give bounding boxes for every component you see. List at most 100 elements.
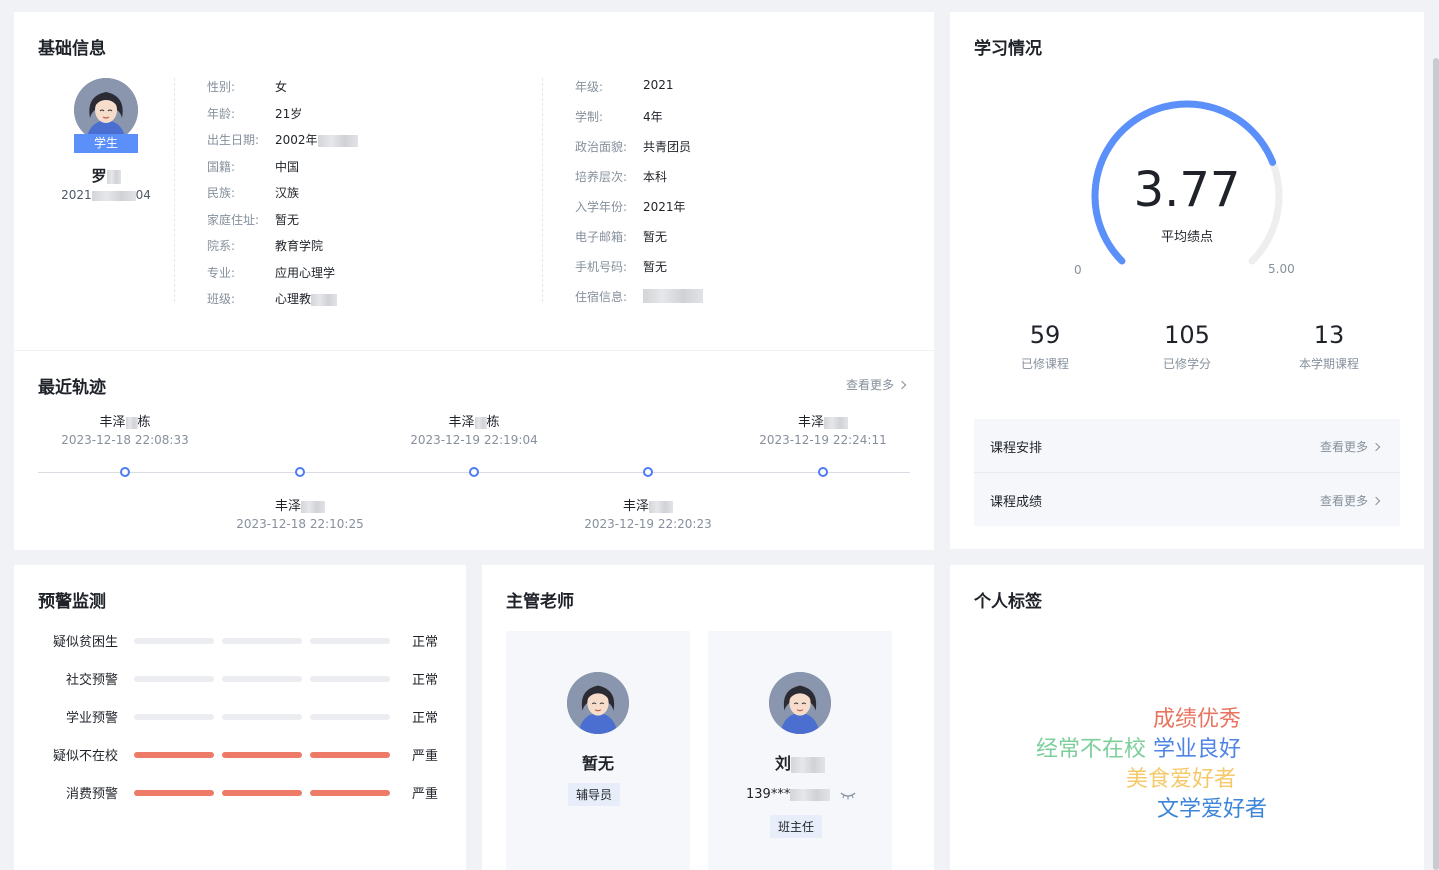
info-value: 21岁: [275, 105, 302, 122]
teacher-name: 暂无: [581, 754, 614, 773]
info-value: 教育学院: [275, 237, 323, 254]
teacher-card-counselor: 暂无 辅导员: [506, 631, 690, 870]
info-value-text: 21岁: [275, 106, 303, 121]
trace-more-link[interactable]: 查看更多: [846, 376, 907, 393]
info-value-text: 教育学院: [275, 239, 324, 253]
warning-label: 疑似不在校: [52, 749, 118, 764]
info-value-text: 2002年: [275, 133, 318, 147]
timeline-node[interactable]: [295, 467, 305, 477]
student-avatar: [74, 78, 138, 142]
info-label: 住宿信息:: [575, 290, 628, 304]
trace-card: 最近轨迹 查看更多 丰泽栋 2023-12-18 22:08:33 丰泽栋 2023-…: [14, 351, 934, 550]
timeline-location-text: 丰泽: [622, 499, 649, 514]
timeline-time: 2023-12-18 22:10:25: [236, 517, 364, 531]
page-scrollbar[interactable]: [1433, 58, 1439, 870]
info-label: 培养层次:: [575, 170, 628, 184]
info-value-text: 暂无: [275, 212, 300, 227]
warning-label: 学业预警: [65, 711, 118, 726]
info-value-text: 本科: [643, 170, 668, 184]
info-label: 手机号码:: [575, 260, 628, 274]
warning-level-bar: [222, 752, 302, 758]
masked-text: [474, 416, 487, 429]
info-label: 出生日期:: [207, 133, 260, 147]
course-grades-more[interactable]: 查看更多: [1320, 492, 1381, 509]
warning-status: 严重: [412, 749, 439, 764]
course-grades-label: 课程成绩: [990, 495, 1043, 510]
chevron-right-icon: [1371, 442, 1381, 452]
info-value: 心理教: [275, 290, 338, 307]
info-value: 汉族: [275, 184, 299, 201]
student-name: 罗: [74, 165, 138, 186]
info-value: 4年: [643, 108, 663, 125]
masked-text: [791, 756, 825, 773]
warning-title: 预警监测: [38, 592, 106, 612]
gpa-value: 3.77: [1133, 162, 1241, 218]
info-value-text: 应用心理学: [275, 265, 336, 280]
stat-term-num: 13: [1313, 321, 1345, 349]
course-grades-row[interactable]: 课程成绩 查看更多: [974, 473, 1400, 526]
timeline-location-text: 丰泽: [274, 499, 301, 514]
masked-text: [91, 190, 136, 201]
student-badge: 学生: [74, 134, 138, 153]
warning-level-bar: [222, 790, 302, 796]
timeline-location: 丰泽栋: [384, 411, 564, 430]
student-id-suffix: 04: [135, 188, 151, 202]
info-label: 院系:: [207, 239, 236, 253]
course-grades-more-label: 查看更多: [1320, 494, 1369, 508]
eye-closed-icon[interactable]: [840, 790, 856, 800]
teacher-name: 刘: [708, 750, 892, 774]
basic-info-card: 基础信息 学生 罗 2021 04 性别: 女年龄: 21岁 出生日期: 2002年 国籍:…: [14, 12, 934, 350]
course-schedule-more[interactable]: 查看更多: [1320, 438, 1381, 455]
info-value: 暂无: [643, 228, 667, 245]
info-value-text: 中国: [275, 159, 300, 174]
timeline-location-text: 丰泽: [99, 415, 126, 430]
gauge-max-label: 5.00: [1268, 262, 1295, 276]
timeline-location: 丰泽: [733, 411, 913, 430]
teacher-avatar: [769, 672, 831, 734]
masked-text: [125, 416, 138, 429]
warning-status: 正常: [412, 673, 439, 688]
masked-text: [301, 500, 325, 513]
info-value-text: 暂无: [643, 260, 668, 274]
info-value: 共青团员: [643, 138, 691, 155]
tag-item: 学业良好: [1153, 737, 1242, 762]
timeline-node[interactable]: [818, 467, 828, 477]
divider-right: [542, 78, 543, 302]
info-label: 年级:: [575, 80, 604, 94]
masked-text: [106, 169, 121, 184]
timeline-time: 2023-12-19 22:19:04: [410, 433, 538, 447]
trace-more-label: 查看更多: [846, 378, 895, 392]
info-value: 本科: [643, 168, 667, 185]
chevron-right-icon: [897, 380, 907, 390]
stat-credits-num: 105: [1164, 321, 1210, 349]
warning-label: 消费预警: [65, 787, 118, 802]
warning-level-bar: [310, 676, 390, 682]
stat-term-label: 本学期课程: [1298, 357, 1359, 371]
tag-item: 成绩优秀: [1153, 707, 1242, 732]
info-label: 性别:: [207, 80, 236, 94]
stat-credits-label: 已修学分: [1162, 357, 1211, 371]
masked-text: [643, 288, 703, 303]
timeline-node[interactable]: [469, 467, 479, 477]
info-value: 2021年: [643, 198, 686, 215]
teacher-name-text: 刘: [774, 754, 791, 773]
info-label: 班级:: [207, 292, 236, 306]
info-label: 学制:: [575, 110, 604, 124]
teacher-role-badge: 辅导员: [568, 783, 621, 806]
info-label: 民族:: [207, 186, 236, 200]
warning-status: 正常: [412, 635, 439, 650]
student-name-text: 罗: [91, 167, 107, 185]
info-label: 政治面貌:: [575, 140, 628, 154]
timeline-location-suffix: 栋: [486, 415, 500, 430]
course-schedule-row[interactable]: 课程安排 查看更多: [974, 419, 1400, 472]
timeline-node[interactable]: [643, 467, 653, 477]
info-value: 应用心理学: [275, 264, 335, 281]
info-label: 国籍:: [207, 159, 236, 174]
info-label: 电子邮箱:: [575, 230, 628, 244]
warning-status: 严重: [412, 787, 439, 802]
timeline-node[interactable]: [120, 467, 130, 477]
info-value-text: 心理教: [275, 292, 312, 306]
teacher-phone: 139***: [746, 787, 856, 802]
student-id: 2021 04: [54, 188, 158, 202]
warning-level-bar: [310, 638, 390, 644]
